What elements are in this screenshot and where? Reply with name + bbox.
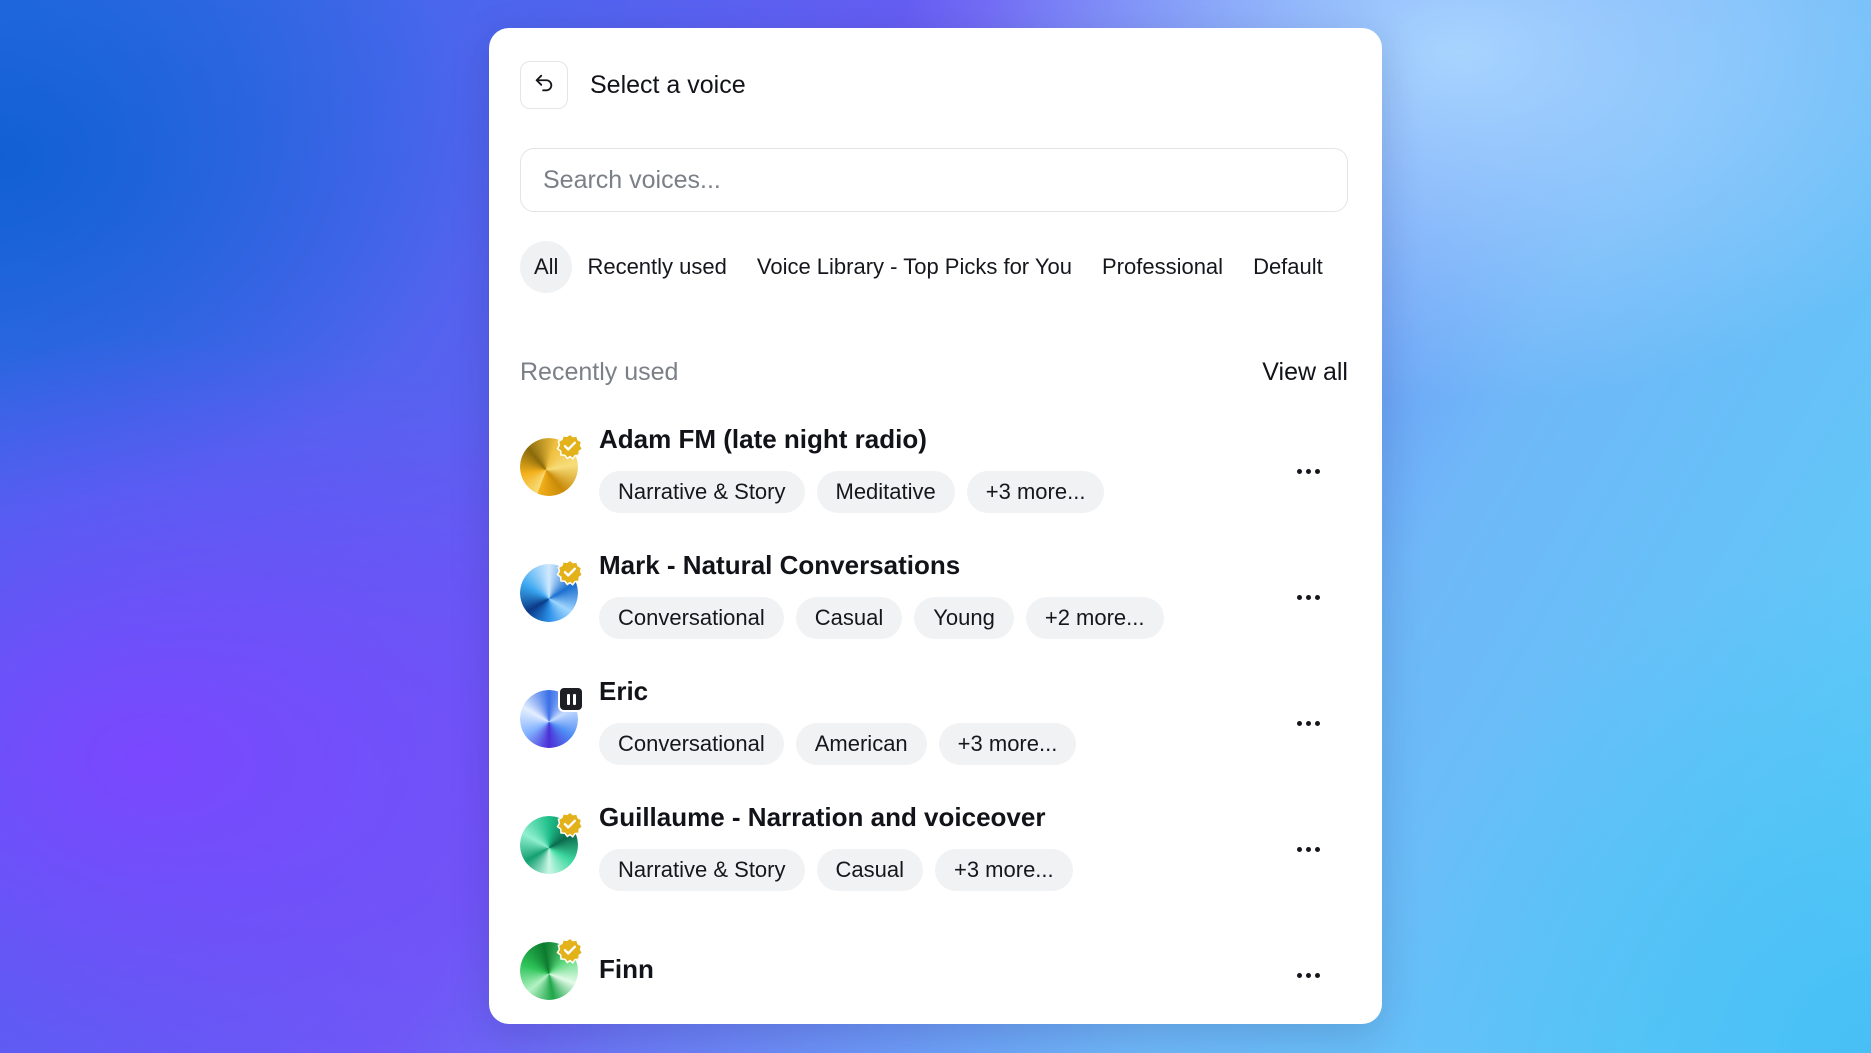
avatar[interactable] [520,686,584,748]
voice-item[interactable]: Mark - Natural Conversations Conversatio… [520,540,1348,650]
tag: Narrative & Story [599,471,805,513]
voice-item[interactable]: Finn [520,918,1348,1024]
section-title: Recently used [520,358,679,386]
verified-icon [556,558,584,586]
tab-voice-library-top-picks[interactable]: Voice Library - Top Picks for You [742,241,1087,293]
ellipsis-icon [1295,461,1322,479]
panel-header: Select a voice [520,61,746,109]
tab-default[interactable]: Default [1238,241,1338,293]
page-title: Select a voice [590,70,746,99]
verified-icon [556,936,584,964]
tag: Narrative & Story [599,849,805,891]
tab-all[interactable]: All [520,241,573,293]
voice-selector-panel: Select a voice All Recently used Voice L… [489,28,1382,1024]
voice-tags: Narrative & Story Casual +3 more... [599,849,1085,891]
verified-icon [556,810,584,838]
avatar[interactable] [520,559,584,622]
tag: American [795,723,927,765]
more-options-button[interactable] [1282,822,1334,874]
more-options-button[interactable] [1282,696,1334,748]
tag: Casual [795,597,903,639]
tag: Meditative [816,471,955,513]
more-tags-button[interactable]: +3 more... [966,471,1105,513]
ellipsis-icon [1295,587,1322,605]
tab-recently-used[interactable]: Recently used [572,241,741,293]
tag: Conversational [599,597,784,639]
tag: Young [914,597,1014,639]
voice-item[interactable]: Eric Conversational American +3 more... [520,666,1348,776]
tab-professional[interactable]: Professional [1087,241,1238,293]
voice-name: Finn [599,954,654,984]
avatar[interactable] [520,937,584,1000]
voice-tags: Conversational Casual Young +2 more... [599,597,1176,639]
tag: Casual [816,849,923,891]
more-options-button[interactable] [1282,570,1334,622]
voice-name: Eric [599,676,649,706]
more-options-button[interactable] [1282,948,1334,1000]
voice-name: Guillaume - Narration and voiceover [599,802,1046,832]
search-input[interactable] [520,148,1348,212]
voice-name: Mark - Natural Conversations [599,550,961,580]
more-options-button[interactable] [1282,444,1334,496]
more-tags-button[interactable]: +3 more... [938,723,1077,765]
ellipsis-icon [1295,839,1322,857]
back-button[interactable] [520,61,568,109]
voice-tags: Narrative & Story Meditative +3 more... [599,471,1116,513]
more-tags-button[interactable]: +2 more... [1025,597,1164,639]
voice-item[interactable]: Guillaume - Narration and voiceover Narr… [520,792,1348,902]
more-tags-button[interactable]: +3 more... [934,849,1073,891]
undo-arrow-icon [533,72,555,99]
avatar[interactable] [520,811,584,874]
voice-tags: Conversational American +3 more... [599,723,1088,765]
verified-icon [556,432,584,460]
section-header: Recently used View all [520,358,1348,387]
voice-name: Adam FM (late night radio) [599,424,927,454]
tag: Conversational [599,723,784,765]
ellipsis-icon [1295,713,1322,731]
voice-item[interactable]: Adam FM (late night radio) Narrative & S… [520,414,1348,524]
pause-icon[interactable] [558,686,584,712]
view-all-link[interactable]: View all [1262,358,1348,387]
avatar[interactable] [520,433,584,496]
ellipsis-icon [1295,965,1322,983]
filter-tabs: All Recently used Voice Library - Top Pi… [520,241,1338,293]
